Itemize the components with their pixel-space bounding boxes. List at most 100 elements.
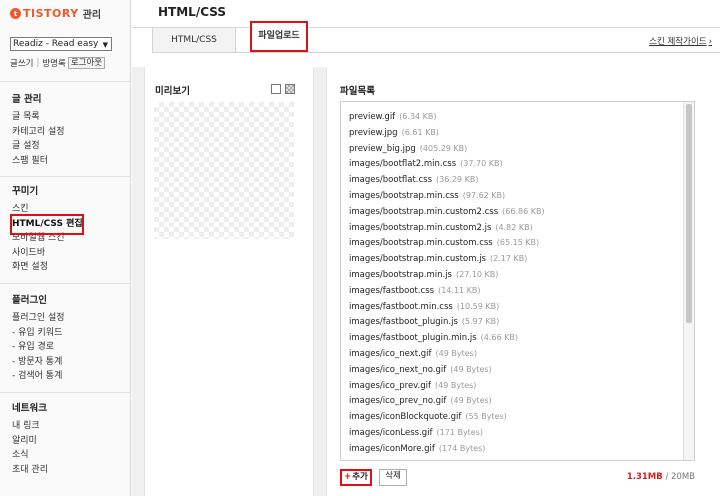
blog-select[interactable]: Readiz - Read easy ▼ — [10, 37, 112, 51]
sidebar-item-visitor-stats[interactable]: - 방문자 통계 — [12, 355, 65, 370]
file-size: (27.10 KB) — [455, 269, 499, 279]
sidebar-item-news[interactable]: 소식 — [12, 448, 48, 463]
file-list-item[interactable]: images/ico_next_no.gif (49 Bytes) — [349, 362, 679, 378]
file-size: (6.61 KB) — [401, 127, 439, 137]
tab-bar: HTML/CSS 파일업로드 스킨 제작가이드 › — [152, 21, 720, 53]
tab-html-css[interactable]: HTML/CSS — [152, 27, 236, 53]
file-name: images/ico_next.gif — [349, 348, 432, 359]
file-size: (49 Bytes) — [435, 380, 477, 390]
file-list-item[interactable]: images/fastboot_plugin.min.js (4.66 KB) — [349, 330, 679, 346]
file-list-item[interactable]: images/ico_prev.gif (49 Bytes) — [349, 378, 679, 394]
sidebar-item-search-stats[interactable]: - 검색어 통계 — [12, 369, 65, 384]
brand[interactable]: t TISTORY 관리 — [10, 6, 101, 21]
file-list-item[interactable]: images/fastboot.min.css (10.59 KB) — [349, 299, 679, 315]
scrollbar-thumb[interactable] — [686, 104, 692, 323]
file-size: (171 Bytes) — [436, 427, 484, 437]
file-list-item[interactable]: images/bootstrap.min.custom.js (2.17 KB) — [349, 251, 679, 267]
file-list-item[interactable]: images/bootstrap.min.custom2.css (66.86 K… — [349, 204, 679, 220]
file-list-item[interactable]: preview_big.jpg (405.29 KB) — [349, 141, 679, 157]
sidebar-item-inflow-path[interactable]: - 유입 경로 — [12, 340, 65, 355]
main-content: HTML/CSS HTML/CSS 파일업로드 스킨 제작가이드 › 미리보기 파… — [132, 0, 720, 496]
add-file-button[interactable]: +추가 — [340, 469, 372, 486]
files-panel: 파일목록 preview.gif (6.34 KB) preview.jpg (6.6… — [326, 67, 720, 496]
file-list-item[interactable]: images/ico_next.gif (49 Bytes) — [349, 346, 679, 362]
tab-file-upload[interactable]: 파일업로드 — [250, 21, 308, 52]
file-size: (65.15 KB) — [496, 238, 540, 248]
write-link[interactable]: 글쓰기 — [10, 57, 33, 69]
sidebar-item-spam-filter[interactable]: 스팸 필터 — [12, 154, 65, 169]
file-name: images/iconBlockquote.gif — [349, 412, 462, 423]
sidebar-item-inflow-keyword[interactable]: - 유입 키워드 — [12, 326, 65, 341]
add-file-label: 추가 — [352, 472, 368, 482]
sidebar-item-invite[interactable]: 초대 관리 — [12, 463, 48, 478]
square-gray-icon[interactable] — [285, 84, 295, 94]
storage-quota: 1.31MB / 20MB — [627, 472, 695, 482]
file-name: images/bootstrap.min.js — [349, 269, 452, 280]
preview-title: 미리보기 — [155, 86, 190, 97]
file-list-item[interactable]: images/bootflat.css (36.29 KB) — [349, 172, 679, 188]
nav-divider — [0, 81, 130, 82]
file-size: (4.82 KB) — [495, 222, 533, 232]
skin-guide-link[interactable]: 스킨 제작가이드 › — [649, 35, 712, 47]
guestbook-link[interactable]: 방명록 — [42, 57, 65, 69]
file-list-item[interactable]: images/ico_prev_no.gif (49 Bytes) — [349, 393, 679, 409]
files-title: 파일목록 — [340, 86, 375, 97]
file-name: images/bootstrap.min.custom.css — [349, 238, 493, 249]
panels: 미리보기 파일목록 preview.gif (6.34 KB) preview.jp… — [132, 67, 720, 496]
square-white-icon[interactable] — [271, 84, 281, 94]
sidebar-item-notifier[interactable]: 알리미 — [12, 434, 48, 449]
file-size: (2.17 KB) — [489, 254, 528, 264]
chevron-right-icon: › — [708, 37, 712, 47]
scrollbar[interactable] — [683, 102, 694, 460]
file-list-item[interactable]: images/bootstrap.min.css (97.62 KB) — [349, 188, 679, 204]
file-size: (55 Bytes) — [465, 412, 507, 422]
sidebar-item-post-list[interactable]: 글 목록 — [12, 110, 65, 125]
brand-subtitle: 관리 — [82, 10, 102, 21]
highlight-box — [10, 214, 84, 235]
file-size: (97.62 KB) — [462, 190, 506, 200]
file-list-item[interactable]: preview.gif (6.34 KB) — [349, 109, 679, 125]
nav-divider — [0, 392, 130, 393]
preview-panel: 미리보기 — [144, 67, 314, 496]
delete-file-button[interactable]: 삭제 — [379, 469, 407, 486]
file-size: (36.29 KB) — [436, 175, 479, 185]
file-list-item[interactable]: images/bootstrap.min.js (27.10 KB) — [349, 267, 679, 283]
nav-group-title: 네트워크 — [12, 403, 47, 414]
sidebar-item-plugin-settings[interactable]: 플러그인 설정 — [12, 311, 65, 326]
file-list-item[interactable]: images/iconBlockquote.gif (55 Bytes) — [349, 409, 679, 425]
file-list-item[interactable]: images/bootstrap.min.custom2.js (4.82 KB) — [349, 220, 679, 236]
file-list-item[interactable]: images/bootstrap.min.custom.css (65.15 KB… — [349, 235, 679, 251]
file-size: (4.66 KB) — [480, 333, 518, 343]
file-list-item[interactable]: preview.jpg (6.61 KB) — [349, 125, 679, 141]
quota-total: / 20MB — [662, 472, 695, 482]
sidebar-item-sidebar[interactable]: 사이드바 — [12, 246, 83, 261]
file-list-item[interactable]: images/fastboot_plugin.js (5.97 KB) — [349, 314, 679, 330]
file-list[interactable]: preview.gif (6.34 KB) preview.jpg (6.61 KB)… — [340, 101, 695, 461]
file-name: images/iconMore.gif — [349, 443, 435, 454]
file-name: images/ico_prev.gif — [349, 380, 432, 391]
sidebar-item-screen-settings[interactable]: 화면 설정 — [12, 260, 83, 275]
file-list-item[interactable]: images/fastboot.css (14.11 KB) — [349, 283, 679, 299]
file-name: images/fastboot_plugin.js — [349, 317, 458, 328]
sidebar-item-category[interactable]: 카테고리 설정 — [12, 125, 65, 140]
file-size: (49 Bytes) — [435, 348, 477, 358]
preview-canvas — [154, 102, 294, 239]
sidebar: t TISTORY 관리 Readiz - Read easy ▼ 글쓰기 | … — [0, 0, 131, 496]
file-name: images/fastboot.css — [349, 285, 435, 296]
file-size: (37.70 KB) — [460, 159, 503, 169]
file-size: (49 Bytes) — [450, 396, 492, 406]
file-list-item[interactable]: images/iconMore.gif (174 Bytes) — [349, 441, 679, 457]
file-list-item[interactable]: images/ie.fix.css (5.59 KB) — [349, 457, 679, 461]
file-name: images/fastboot.min.css — [349, 301, 453, 312]
file-name: images/bootstrap.min.css — [349, 190, 459, 201]
file-list-item[interactable]: images/bootflat2.min.css (37.70 KB) — [349, 156, 679, 172]
quota-used: 1.31MB — [626, 472, 663, 482]
file-list-item[interactable]: images/iconLess.gif (171 Bytes) — [349, 425, 679, 441]
sidebar-item-post-settings[interactable]: 글 설정 — [12, 139, 65, 154]
file-name: images/bootstrap.min.custom2.css — [349, 206, 499, 217]
blog-select-value: Readiz - Read easy — [13, 39, 99, 49]
sidebar-item-my-links[interactable]: 내 링크 — [12, 419, 48, 434]
link-separator: | — [36, 58, 40, 68]
nav-group-plugin: 플러그인 플러그인 설정 - 유입 키워드 - 유입 경로 - 방문자 통계 -… — [12, 293, 65, 384]
logout-button[interactable]: 로그아웃 — [67, 57, 106, 69]
